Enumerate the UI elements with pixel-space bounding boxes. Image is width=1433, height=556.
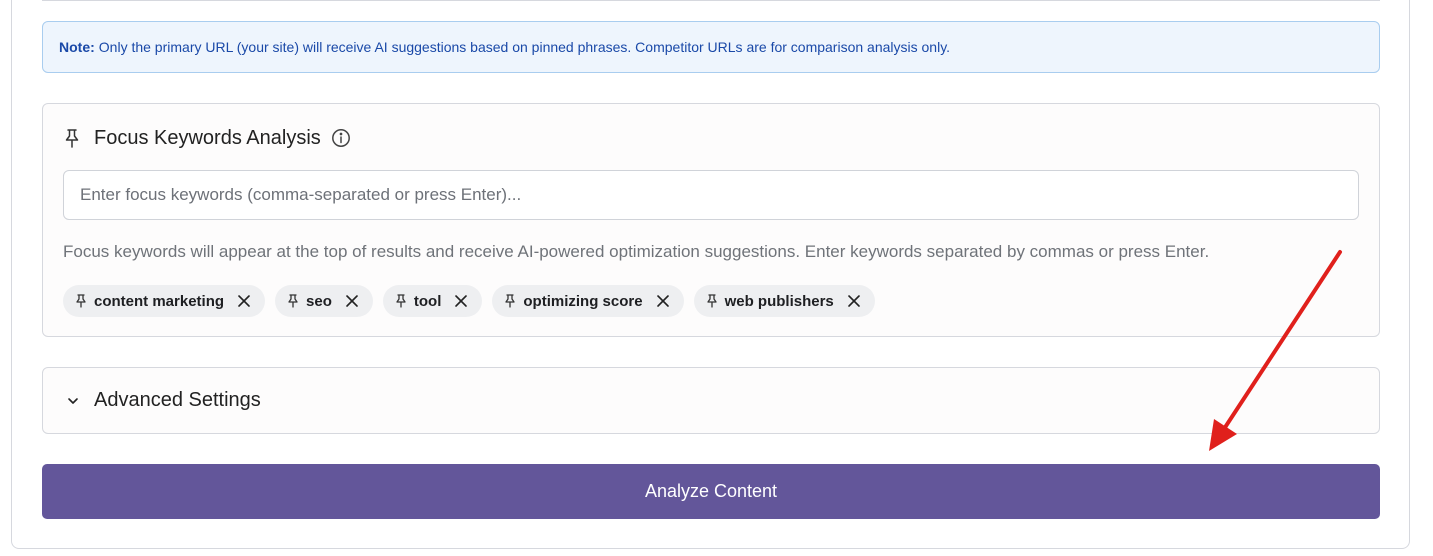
analyze-content-button[interactable]: Analyze Content bbox=[42, 464, 1380, 519]
keyword-chip-label: tool bbox=[413, 292, 442, 310]
note-label: Note: bbox=[59, 39, 95, 55]
info-circle-icon[interactable] bbox=[331, 128, 351, 148]
close-icon[interactable] bbox=[847, 294, 861, 308]
close-icon[interactable] bbox=[454, 294, 468, 308]
advanced-settings-label: Advanced Settings bbox=[94, 389, 261, 411]
pin-icon bbox=[505, 294, 516, 308]
page: Note: Only the primary URL (your site) w… bbox=[0, 0, 1433, 556]
focus-keywords-panel: Focus Keywords Analysis Focus keywords w… bbox=[42, 103, 1380, 337]
close-icon[interactable] bbox=[345, 294, 359, 308]
pin-icon bbox=[288, 294, 298, 308]
close-icon[interactable] bbox=[656, 294, 670, 308]
pin-icon bbox=[706, 294, 717, 308]
pin-icon bbox=[396, 294, 406, 308]
keyword-chip-label: seo bbox=[306, 292, 332, 310]
keyword-chip: seo bbox=[275, 285, 373, 317]
note-banner: Note: Only the primary URL (your site) w… bbox=[42, 21, 1380, 73]
keyword-chip-list: content marketing seo tool optimizing sc… bbox=[63, 285, 875, 317]
keyword-chip-label: web publishers bbox=[724, 292, 834, 310]
pin-icon bbox=[76, 294, 86, 308]
focus-keywords-header: Focus Keywords Analysis bbox=[63, 126, 351, 150]
focus-keywords-input[interactable] bbox=[63, 170, 1359, 220]
keyword-chip-label: content marketing bbox=[94, 292, 225, 310]
advanced-settings-toggle[interactable]: Advanced Settings bbox=[42, 367, 1380, 434]
keyword-chip: optimizing score bbox=[492, 285, 684, 317]
close-icon[interactable] bbox=[237, 294, 251, 308]
keyword-chip-label: optimizing score bbox=[523, 292, 643, 310]
keyword-chip: content marketing bbox=[63, 285, 266, 317]
pin-icon bbox=[65, 129, 79, 148]
section-divider bbox=[42, 0, 1380, 1]
focus-keywords-help-text: Focus keywords will appear at the top of… bbox=[63, 242, 1210, 261]
note-text: Only the primary URL (your site) will re… bbox=[98, 39, 951, 55]
keyword-chip: tool bbox=[382, 285, 483, 317]
focus-keywords-title: Focus Keywords Analysis bbox=[94, 126, 321, 149]
keyword-chip: web publishers bbox=[693, 285, 875, 317]
chevron-down-icon bbox=[68, 397, 78, 404]
